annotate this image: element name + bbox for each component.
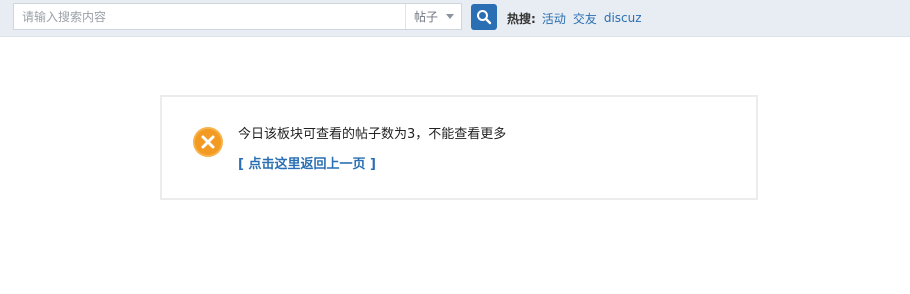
search-box: 帖子: [13, 3, 462, 30]
search-button[interactable]: [471, 4, 497, 30]
search-type-dropdown[interactable]: 帖子: [406, 4, 462, 29]
hot-search-link[interactable]: discuz: [604, 11, 642, 25]
chevron-down-icon: [446, 14, 455, 19]
hot-search-label: 热搜:: [507, 11, 536, 26]
back-link[interactable]: [ 点击这里返回上一页 ]: [238, 153, 376, 172]
message-box: 今日该板块可查看的帖子数为3，不能查看更多 [ 点击这里返回上一页 ]: [160, 95, 758, 200]
hot-search-link[interactable]: 交友: [573, 10, 597, 27]
top-search-bar: 帖子 热搜: 活动 交友 discuz: [0, 0, 910, 37]
search-type-label: 帖子: [414, 10, 439, 24]
hot-search-link[interactable]: 活动: [542, 10, 566, 27]
search-input[interactable]: [14, 4, 412, 29]
hot-search: 热搜: 活动 交友 discuz: [507, 10, 649, 26]
message-text: 今日该板块可查看的帖子数为3，不能查看更多: [238, 127, 507, 142]
error-x-icon: [193, 127, 223, 157]
search-icon: [477, 10, 492, 25]
